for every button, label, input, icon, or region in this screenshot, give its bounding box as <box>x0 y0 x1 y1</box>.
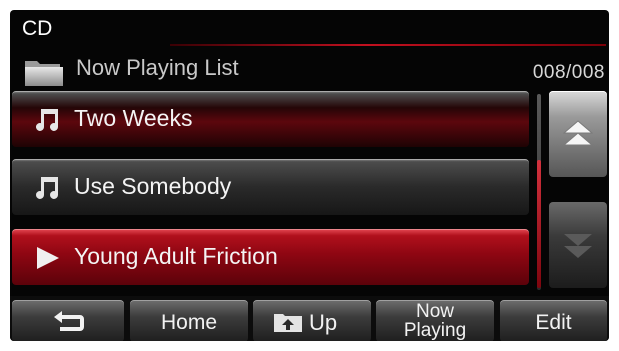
title-bar: CD <box>10 10 609 46</box>
track-title: Use Somebody <box>74 173 232 199</box>
music-note-icon <box>36 109 58 131</box>
now-playing-line2: Playing <box>403 320 467 341</box>
folder-up-icon <box>274 314 302 332</box>
back-button[interactable] <box>12 300 124 341</box>
scroll-down-button[interactable] <box>549 202 607 288</box>
scroll-up-button[interactable] <box>549 91 607 177</box>
title-divider <box>170 44 606 46</box>
track-item-two-weeks[interactable]: Two Weeks <box>12 91 529 147</box>
folder-up-button[interactable]: Up <box>253 300 371 341</box>
home-button-label: Home <box>160 311 218 334</box>
home-button[interactable]: Home <box>130 300 248 341</box>
double-chevron-up-icon <box>563 120 593 146</box>
play-icon <box>37 247 59 269</box>
cd-screen: CD Now Playing List 008/008 Two Weeks Us… <box>10 10 609 341</box>
now-playing-label: Now Playing <box>376 302 494 340</box>
now-playing-line1: Now <box>415 301 454 322</box>
scrollbar-thumb[interactable] <box>537 160 541 288</box>
up-button-label: Up <box>309 310 338 335</box>
track-title: Young Adult Friction <box>74 243 278 269</box>
track-item-young-adult-friction[interactable]: Young Adult Friction <box>12 229 529 285</box>
double-chevron-down-icon <box>564 234 592 258</box>
now-playing-list-label: Now Playing List <box>76 55 239 80</box>
music-note-icon <box>36 177 58 199</box>
edit-button[interactable]: Edit <box>500 300 607 341</box>
track-counter: 008/008 <box>532 62 605 83</box>
track-item-use-somebody[interactable]: Use Somebody <box>12 159 529 215</box>
edit-button-label: Edit <box>535 311 572 334</box>
app-title: CD <box>22 17 53 40</box>
track-title: Two Weeks <box>74 105 193 131</box>
now-playing-button[interactable]: Now Playing <box>376 300 494 341</box>
folder-icon <box>25 61 63 86</box>
back-arrow-icon <box>54 311 84 331</box>
